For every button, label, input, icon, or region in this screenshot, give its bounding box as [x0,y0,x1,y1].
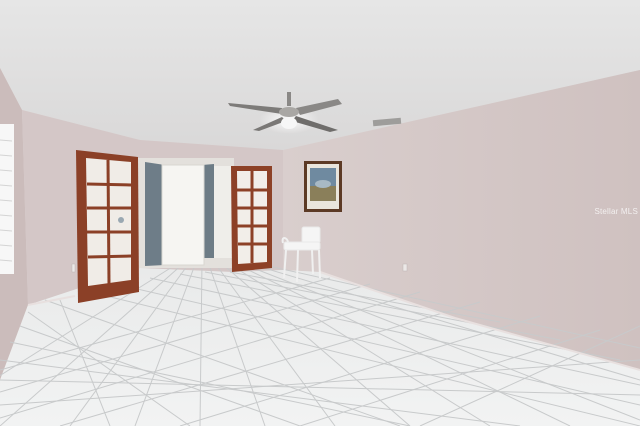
left-window [0,124,14,274]
framed-painting [304,161,342,212]
french-door-right [231,166,272,272]
door-knob-icon [118,217,124,223]
watermark-text: Stellar MLS [594,207,638,216]
room-photo: Stellar MLS [0,0,640,426]
wall-outlet-left [71,263,76,273]
french-door-left [76,150,139,303]
room-illustration [0,0,640,426]
wall-outlet [402,263,408,272]
hallway-white-door [161,164,205,266]
